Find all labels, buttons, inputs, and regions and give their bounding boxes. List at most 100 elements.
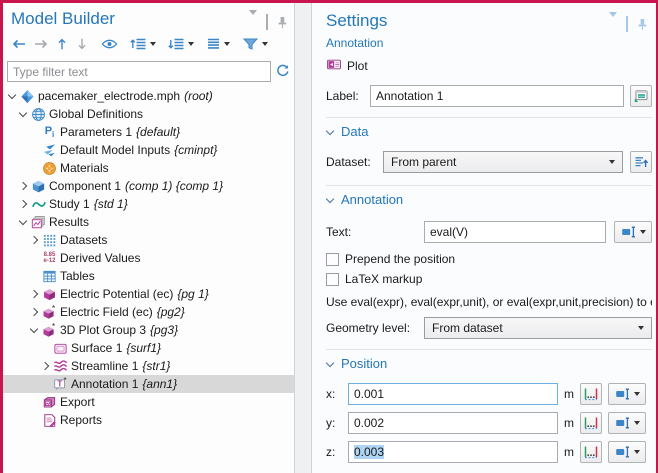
tree-item-parameters[interactable]: Pi Parameters 1 {default} [3,123,294,141]
chevron-collapsed-icon[interactable] [18,198,30,210]
insert-expression-button[interactable] [608,383,646,405]
tree-item-component1[interactable]: Component 1 (comp 1) {comp 1} [3,177,294,195]
insert-expression-caret-icon [634,421,640,425]
go-back-button[interactable] [9,34,29,54]
tree-item-3d-plot-group-3[interactable]: * 3D Plot Group 3 {pg3} [3,321,294,339]
tree-item-export[interactable]: Export [3,393,294,411]
float-window-icon[interactable] [626,17,628,31]
tree-item-materials[interactable]: Materials [3,159,294,177]
plot-button-label: Plot [347,59,368,73]
plot-button[interactable]: Plot [326,57,652,75]
latex-markup-checkbox[interactable]: LaTeX markup [326,271,652,287]
range-button[interactable] [580,441,602,463]
label-input[interactable] [370,85,624,107]
prepend-position-checkbox[interactable]: Prepend the position [326,251,652,267]
show-button[interactable] [99,34,120,54]
z-input[interactable]: 0.003 [348,441,558,463]
component-cube-icon [30,178,47,194]
tree-filter-input[interactable] [7,61,271,82]
z-label: z: [326,445,348,459]
annotation-text-input[interactable] [424,221,606,243]
node-label-options-button[interactable] [204,34,232,54]
settings-title: Settings [326,9,387,33]
z-selected-text: 0.003 [354,445,384,459]
y-unit: m [558,416,580,430]
tree-item-surface1[interactable]: Surface 1 {surf1} [3,339,294,357]
combo-caret-icon [609,160,615,164]
move-up-button[interactable] [53,34,71,54]
breadcrumb[interactable]: Annotation [326,36,652,50]
chevron-expanded-icon[interactable] [18,108,30,120]
move-down-button[interactable] [73,34,91,54]
section-header-position[interactable]: Position [326,356,652,371]
model-builder-title: Model Builder [11,7,115,31]
section-separator [326,349,652,350]
chevron-collapsed-icon[interactable] [18,180,30,192]
x-input[interactable] [348,383,558,405]
rename-button[interactable] [630,85,652,107]
collapse-tree-caret-icon [188,42,194,46]
tree-item-electric-field[interactable]: * Electric Field (ec) {pg2} [3,303,294,321]
float-window-icon[interactable] [266,15,268,29]
tree-item-default-model-inputs[interactable]: Default Model Inputs {cminpt} [3,141,294,159]
filter-button[interactable] [240,34,270,54]
tree-item-global-definitions[interactable]: Global Definitions [3,105,294,123]
chevron-expanded-icon[interactable] [29,324,41,336]
section-title: Data [341,124,368,139]
section-header-data[interactable]: Data [326,124,652,139]
checkbox-label: LaTeX markup [345,272,422,286]
chevron-collapsed-icon[interactable] [29,234,41,246]
pin-icon[interactable] [637,18,648,31]
tree-item-derived-values[interactable]: 8.85e-12 Derived Values [3,249,294,267]
insert-expression-button[interactable] [608,441,646,463]
tree-item-root[interactable]: pacemaker_electrode.mph (root) [3,87,294,105]
range-button[interactable] [580,412,602,434]
svg-text:*: * [63,377,67,385]
window-menu-icon[interactable] [249,15,257,29]
tree-item-annotation1-selected[interactable]: T* Annotation 1 {ann1} [3,375,294,393]
checkbox-label: Prepend the position [345,252,455,266]
label-field-label: Label: [326,89,370,103]
model-file-icon [19,88,36,104]
materials-icon [41,160,58,176]
window-menu-icon[interactable] [609,17,617,31]
chevron-expanded-icon[interactable] [18,216,30,228]
combo-caret-icon [638,326,644,330]
collapse-tree-button[interactable] [166,34,196,54]
section-separator [326,117,652,118]
node-label-caret-icon [224,42,230,46]
tree-item-tables[interactable]: Tables [3,267,294,285]
dataset-selected-value: From parent [391,155,609,169]
expand-tree-caret-icon [150,42,156,46]
geometry-level-select[interactable]: From dataset [424,317,652,339]
insert-expression-button[interactable] [608,412,646,434]
range-button[interactable] [580,383,602,405]
dataset-select[interactable]: From parent [383,151,623,173]
eval-hint-text: Use eval(expr), eval(expr,unit), or eval… [326,295,652,309]
pin-icon[interactable] [277,16,288,29]
panel-divider[interactable] [295,3,311,473]
section-header-annotation[interactable]: Annotation [326,192,652,207]
chevron-collapsed-icon[interactable] [40,360,52,372]
tree-item-study1[interactable]: Study 1 {std 1} [3,195,294,213]
tree-item-electric-potential[interactable]: Electric Potential (ec) {pg 1} [3,285,294,303]
chevron-expanded-icon[interactable] [7,90,19,102]
go-to-source-button[interactable] [630,151,652,173]
refresh-icon[interactable] [275,63,290,81]
streamline-plot-icon [52,358,69,374]
chevron-collapsed-icon[interactable] [29,306,41,318]
tree-item-datasets[interactable]: Datasets [3,231,294,249]
tree-item-results[interactable]: Results [3,213,294,231]
tree-item-streamline1[interactable]: Streamline 1 {str1} [3,357,294,375]
section-title: Annotation [341,192,403,207]
derived-values-icon: 8.85e-12 [41,250,58,266]
go-forward-button[interactable] [31,34,51,54]
tree-item-reports[interactable]: Reports [3,411,294,429]
y-input[interactable] [348,412,558,434]
chevron-collapsed-icon[interactable] [29,288,41,300]
plot-group-3d-icon [41,286,58,302]
plot-group-3d-star-icon: * [41,304,58,320]
insert-expression-button[interactable] [614,221,652,243]
geometry-level-label: Geometry level: [326,321,424,335]
expand-tree-button[interactable] [128,34,158,54]
